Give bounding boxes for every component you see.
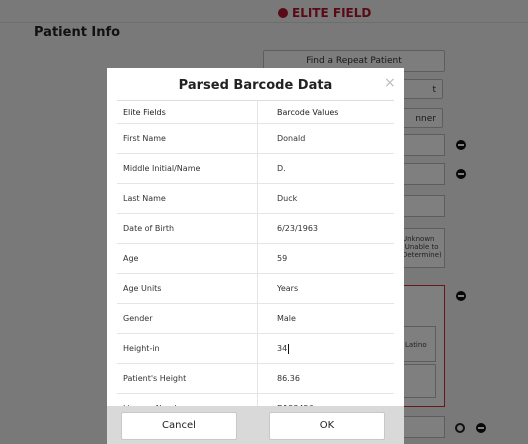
field-label: Height-in xyxy=(123,344,160,353)
field-label: Gender xyxy=(123,314,153,323)
field-value[interactable]: Duck xyxy=(277,184,297,213)
header-elite-fields: Elite Fields xyxy=(123,107,166,117)
field-label: Date of Birth xyxy=(123,224,175,233)
table-row: Last Name Duck xyxy=(117,184,394,214)
field-value-active[interactable]: 34 xyxy=(277,334,290,363)
dialog-footer: Cancel OK xyxy=(107,406,404,444)
field-value[interactable]: 6/23/1963 xyxy=(277,214,318,243)
field-label: Patient's Height xyxy=(123,374,187,383)
field-label: Age Units xyxy=(123,284,162,293)
field-value[interactable]: Years xyxy=(277,274,298,303)
cancel-button[interactable]: Cancel xyxy=(121,412,237,440)
field-value[interactable]: 86.36 xyxy=(277,364,300,393)
close-icon[interactable]: × xyxy=(384,75,396,91)
field-label: First Name xyxy=(123,134,166,143)
table-row: Height-in 34 xyxy=(117,334,394,364)
table-row: First Name Donald xyxy=(117,124,394,154)
table-row: Age Units Years xyxy=(117,274,394,304)
header-barcode-values: Barcode Values xyxy=(277,107,339,117)
barcode-table: Elite Fields Barcode Values First Name D… xyxy=(117,100,394,424)
field-value[interactable]: Male xyxy=(277,304,296,333)
parsed-barcode-dialog: Parsed Barcode Data × Elite Fields Barco… xyxy=(107,68,404,444)
field-label: Middle Initial/Name xyxy=(123,164,201,173)
table-row: Middle Initial/Name D. xyxy=(117,154,394,184)
dialog-title: Parsed Barcode Data xyxy=(178,78,333,93)
table-row: Age 59 xyxy=(117,244,394,274)
field-label: Last Name xyxy=(123,194,166,203)
table-row: Date of Birth 6/23/1963 xyxy=(117,214,394,244)
table-header: Elite Fields Barcode Values xyxy=(117,101,394,124)
field-label: Age xyxy=(123,254,139,263)
ok-button[interactable]: OK xyxy=(269,412,385,440)
height-in-value[interactable]: 34 xyxy=(277,344,287,353)
field-value[interactable]: D. xyxy=(277,154,286,183)
table-row: Patient's Height 86.36 xyxy=(117,364,394,394)
column-divider xyxy=(257,100,258,410)
field-value[interactable]: 59 xyxy=(277,244,287,273)
field-value[interactable]: Donald xyxy=(277,124,305,153)
text-caret xyxy=(288,343,290,354)
table-row: Gender Male xyxy=(117,304,394,334)
